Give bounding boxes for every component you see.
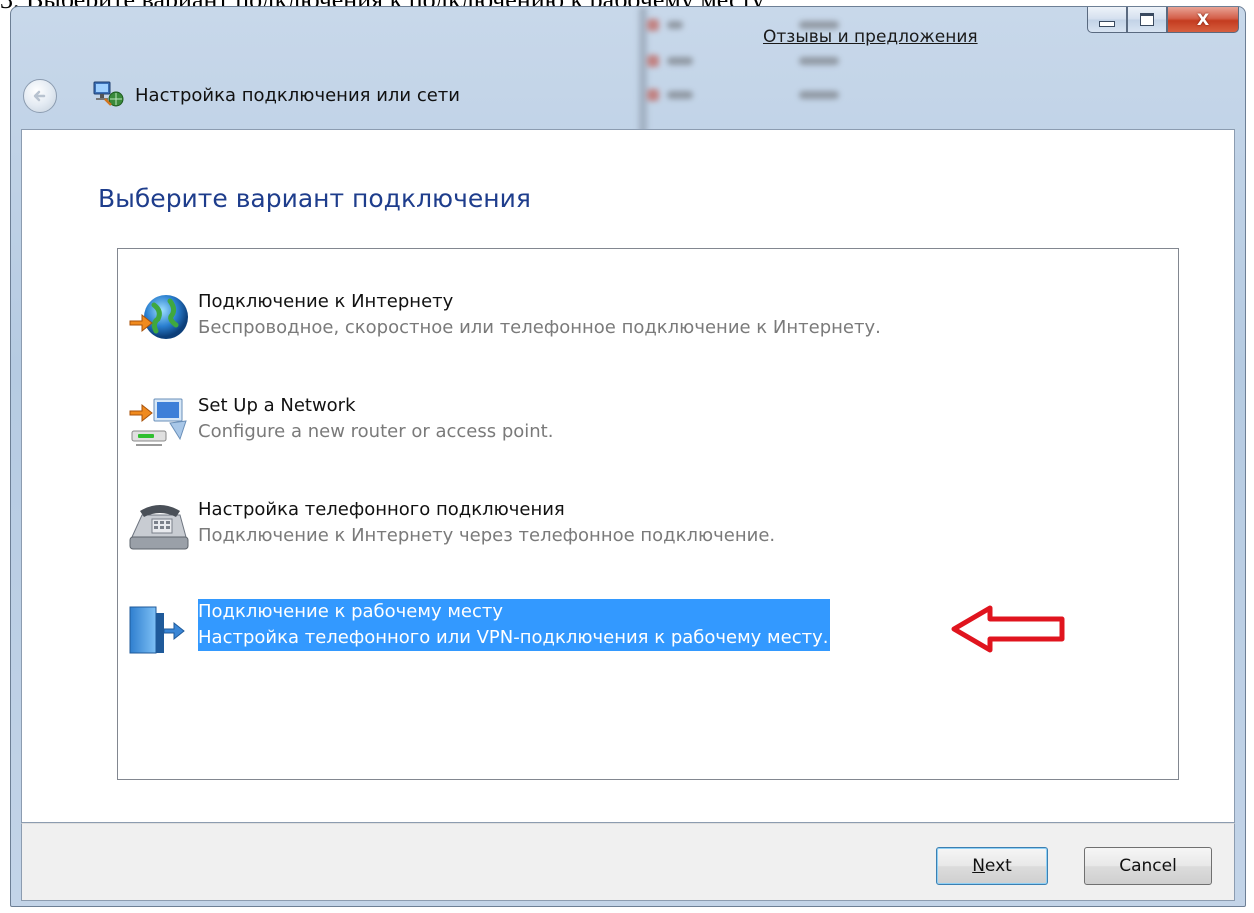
minimize-button[interactable] <box>1087 7 1127 33</box>
close-button[interactable]: X <box>1167 7 1239 33</box>
next-hotkey: N <box>972 856 985 876</box>
minimize-icon <box>1099 20 1115 27</box>
close-icon: X <box>1196 10 1210 29</box>
option-title: Настройка телефонного подключения <box>198 499 565 520</box>
workplace-connect-icon <box>129 606 185 654</box>
wizard-footer: Next Cancel <box>21 823 1235 901</box>
caption-buttons: X <box>1087 7 1239 35</box>
maximize-icon <box>1140 13 1154 26</box>
option-title: Подключение к рабочему месту <box>198 601 504 622</box>
telephone-modem-icon <box>129 505 189 550</box>
back-button[interactable] <box>23 79 57 113</box>
option-description: Configure a new router or access point. <box>198 421 554 442</box>
next-label: ext <box>984 856 1012 876</box>
option-description: Подключение к Интернету через телефонное… <box>198 525 776 546</box>
screen: 3. Выберите вариант подключения к подклю… <box>0 0 1254 913</box>
wizard-content: Выберите вариант подключения Подключение… <box>21 129 1235 823</box>
option-dial-up-setup[interactable]: Настройка телефонного подключения Подклю… <box>126 497 1126 559</box>
maximize-button[interactable] <box>1127 7 1167 33</box>
option-title: Подключение к Интернету <box>198 291 454 312</box>
next-button[interactable]: Next <box>936 847 1048 885</box>
option-internet-connection[interactable]: Подключение к Интернету Беспроводное, ск… <box>126 289 1126 351</box>
wizard-window: Отзывы и предложения X Настройка подключ… <box>10 6 1246 907</box>
cancel-button[interactable]: Cancel <box>1084 847 1212 885</box>
page-heading: Выберите вариант подключения <box>98 184 531 213</box>
network-setup-title-icon <box>93 81 124 107</box>
option-title: Set Up a Network <box>198 395 356 416</box>
feedback-link[interactable]: Отзывы и предложения <box>763 27 978 47</box>
network-setup-icon <box>129 398 187 446</box>
globe-connect-icon <box>129 295 188 339</box>
red-arrow-icon <box>951 605 1065 653</box>
window-title: Настройка подключения или сети <box>135 85 460 106</box>
connection-options-list: Подключение к Интернету Беспроводное, ск… <box>117 248 1179 780</box>
back-arrow-icon <box>33 90 46 102</box>
option-set-up-network[interactable]: Set Up a Network Configure a new router … <box>126 393 1126 455</box>
option-description: Беспроводное, скоростное или телефонное … <box>198 317 881 338</box>
option-description: Настройка телефонного или VPN-подключени… <box>198 627 829 648</box>
